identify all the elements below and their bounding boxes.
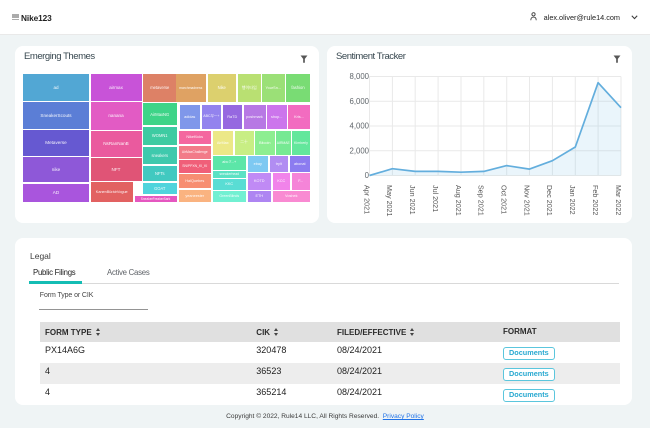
- svg-text:8,000: 8,000: [349, 72, 369, 81]
- svg-text:Jun 2021: Jun 2021: [408, 185, 417, 215]
- svg-text:0: 0: [365, 171, 370, 180]
- svg-text:Sep 2021: Sep 2021: [477, 185, 486, 216]
- svg-text:Apr 2021: Apr 2021: [362, 185, 371, 214]
- svg-text:6,000: 6,000: [349, 97, 369, 106]
- svg-text:Feb 2022: Feb 2022: [591, 185, 600, 215]
- svg-text:2,000: 2,000: [349, 146, 369, 155]
- svg-text:Nov 2021: Nov 2021: [522, 185, 531, 216]
- svg-text:Jan 2022: Jan 2022: [568, 185, 577, 215]
- svg-text:Dec 2021: Dec 2021: [545, 185, 554, 216]
- svg-text:May 2021: May 2021: [385, 185, 394, 217]
- svg-text:Jul 2021: Jul 2021: [431, 185, 440, 212]
- svg-text:Aug 2021: Aug 2021: [454, 185, 463, 216]
- svg-text:Oct 2021: Oct 2021: [500, 185, 509, 214]
- svg-text:4,000: 4,000: [349, 122, 369, 131]
- svg-text:Mar 2022: Mar 2022: [614, 185, 623, 215]
